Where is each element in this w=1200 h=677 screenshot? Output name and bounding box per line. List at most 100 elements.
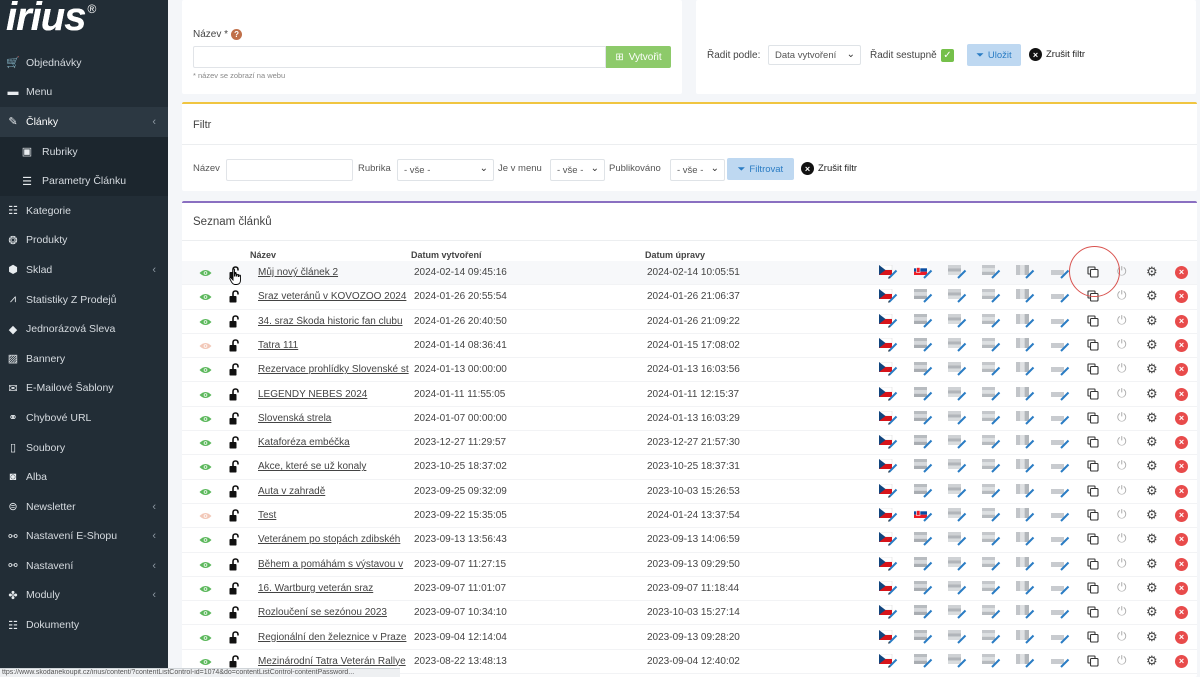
sidebar-item-15[interactable]: ⊜ Newsletter ‹ <box>0 492 168 522</box>
edit-lang-inactive-icon[interactable] <box>1051 532 1070 547</box>
power-icon[interactable]: ⏻ <box>1117 288 1127 303</box>
article-title-link[interactable]: Rozloučení se sezónou 2023 <box>258 607 409 618</box>
edit-lang-inactive-icon[interactable] <box>1051 289 1070 304</box>
edit-lang-inactive-icon[interactable] <box>1051 387 1070 401</box>
duplicate-icon[interactable] <box>1087 509 1099 524</box>
edit-sk-flag-inactive-icon[interactable] <box>914 337 933 352</box>
edit-lang-inactive-icon[interactable] <box>982 532 1001 547</box>
edit-lang-inactive-icon[interactable] <box>982 459 1001 474</box>
edit-lang-inactive-icon[interactable] <box>1016 532 1035 547</box>
edit-lang-inactive-icon[interactable] <box>982 435 1001 449</box>
edit-lang-inactive-icon[interactable] <box>948 532 967 547</box>
edit-lang-inactive-icon[interactable] <box>1016 265 1035 279</box>
edit-lang-inactive-icon[interactable] <box>1016 386 1035 401</box>
gear-icon[interactable]: ⚙ <box>1146 507 1158 523</box>
power-icon[interactable]: ⏻ <box>1117 313 1127 328</box>
sidebar-item-11[interactable]: ✉ E-Mailové Šablony <box>0 374 168 404</box>
power-icon[interactable]: ⏻ <box>1117 410 1127 425</box>
power-icon[interactable]: ⏻ <box>1117 386 1127 401</box>
article-title-link[interactable]: Test <box>258 510 409 521</box>
edit-lang-inactive-icon[interactable] <box>948 410 967 425</box>
clear-filter-button[interactable]: × Zrušit filtr <box>801 162 857 175</box>
power-icon[interactable]: ⏻ <box>1117 556 1127 571</box>
edit-sk-flag-inactive-icon[interactable] <box>914 629 933 644</box>
edit-cz-flag-icon[interactable] <box>878 337 898 352</box>
chevron-left-icon[interactable]: ‹ <box>152 116 156 128</box>
delete-icon[interactable]: × <box>1175 387 1188 401</box>
chevron-left-icon[interactable]: ‹ <box>152 560 156 572</box>
edit-lang-inactive-icon[interactable] <box>1051 508 1070 522</box>
delete-icon[interactable]: × <box>1175 484 1188 498</box>
gear-icon[interactable]: ⚙ <box>1146 604 1158 620</box>
article-title-link[interactable]: LEGENDY NEBES 2024 <box>258 389 409 400</box>
gear-icon[interactable]: ⚙ <box>1146 386 1158 402</box>
delete-icon[interactable]: × <box>1175 436 1188 450</box>
unlock-icon[interactable] <box>229 533 239 546</box>
edit-lang-inactive-icon[interactable] <box>1016 435 1035 449</box>
chevron-left-icon[interactable]: ‹ <box>152 264 156 276</box>
duplicate-icon[interactable] <box>1087 339 1099 354</box>
edit-lang-inactive-icon[interactable] <box>948 605 967 619</box>
edit-lang-inactive-icon[interactable] <box>948 580 967 595</box>
article-title-link[interactable]: Během a pomáhám s výstavou v <box>258 559 409 570</box>
eye-hidden-icon[interactable] <box>199 341 212 349</box>
duplicate-icon[interactable] <box>1087 558 1099 573</box>
delete-icon[interactable]: × <box>1175 411 1188 425</box>
power-icon[interactable]: ⏻ <box>1117 629 1127 644</box>
gear-icon[interactable]: ⚙ <box>1146 483 1158 499</box>
sidebar-item-13[interactable]: ▯ Soubory <box>0 433 168 463</box>
eye-icon[interactable] <box>199 292 212 301</box>
duplicate-icon[interactable] <box>1087 582 1099 597</box>
power-icon[interactable]: ⏻ <box>1117 434 1127 449</box>
article-title-link[interactable]: Regionální den železnice v Praze <box>258 632 409 643</box>
edit-lang-inactive-icon[interactable] <box>982 653 1001 668</box>
edit-cz-flag-icon[interactable] <box>878 507 898 522</box>
delete-icon[interactable]: × <box>1175 460 1188 474</box>
article-title-link[interactable]: Veteránem po stopách zdibskéh <box>258 534 409 545</box>
delete-icon[interactable]: × <box>1175 363 1188 377</box>
edit-lang-inactive-icon[interactable] <box>982 386 1001 401</box>
duplicate-icon[interactable] <box>1087 412 1099 427</box>
eye-icon[interactable] <box>199 560 212 568</box>
edit-lang-inactive-icon[interactable] <box>1016 483 1035 498</box>
gear-icon[interactable]: ⚙ <box>1146 556 1158 572</box>
edit-sk-flag-icon[interactable] <box>914 508 933 522</box>
article-title-link[interactable]: Auta v zahradě <box>258 486 409 497</box>
unlock-icon[interactable] <box>229 484 239 498</box>
delete-icon[interactable]: × <box>1175 533 1188 547</box>
unlock-icon[interactable] <box>229 436 239 449</box>
edit-lang-inactive-icon[interactable] <box>1051 314 1070 328</box>
power-icon[interactable]: ⏻ <box>1117 458 1127 473</box>
eye-icon[interactable] <box>199 633 212 641</box>
eye-hidden-icon[interactable] <box>199 511 212 519</box>
edit-lang-inactive-icon[interactable] <box>1051 557 1070 571</box>
delete-icon[interactable]: × <box>1175 606 1188 620</box>
sidebar-item-17[interactable]: ⚯ Nastavení ‹ <box>0 551 168 581</box>
edit-lang-inactive-icon[interactable] <box>1051 654 1070 668</box>
unlock-icon[interactable] <box>229 363 239 376</box>
duplicate-icon[interactable] <box>1087 606 1099 621</box>
unlock-icon[interactable] <box>229 411 239 425</box>
unlock-icon[interactable] <box>229 557 239 571</box>
title-input[interactable] <box>193 46 606 68</box>
sidebar-item-7[interactable]: ⬢ Sklad ‹ <box>0 255 168 285</box>
edit-cz-flag-icon[interactable] <box>878 459 898 474</box>
delete-icon[interactable]: × <box>1175 630 1188 644</box>
delete-icon[interactable]: × <box>1175 557 1188 571</box>
unlock-icon[interactable] <box>229 630 239 644</box>
edit-sk-flag-icon[interactable] <box>914 265 933 279</box>
edit-lang-inactive-icon[interactable] <box>982 508 1001 522</box>
sidebar-item-6[interactable]: ❂ Produkty <box>0 226 168 256</box>
eye-icon[interactable] <box>199 535 212 544</box>
duplicate-icon[interactable] <box>1087 630 1099 646</box>
eye-icon[interactable] <box>199 657 212 665</box>
unlock-icon[interactable] <box>229 509 239 522</box>
edit-lang-inactive-icon[interactable] <box>982 580 1001 595</box>
duplicate-icon[interactable] <box>1087 315 1099 330</box>
edit-cz-flag-icon[interactable] <box>878 532 898 547</box>
gear-icon[interactable]: ⚙ <box>1146 264 1158 280</box>
edit-lang-inactive-icon[interactable] <box>948 313 967 328</box>
help-icon[interactable]: ? <box>231 29 243 40</box>
col-header-created[interactable]: Datum vytvoření <box>411 250 482 260</box>
edit-cz-flag-icon[interactable] <box>878 434 898 449</box>
